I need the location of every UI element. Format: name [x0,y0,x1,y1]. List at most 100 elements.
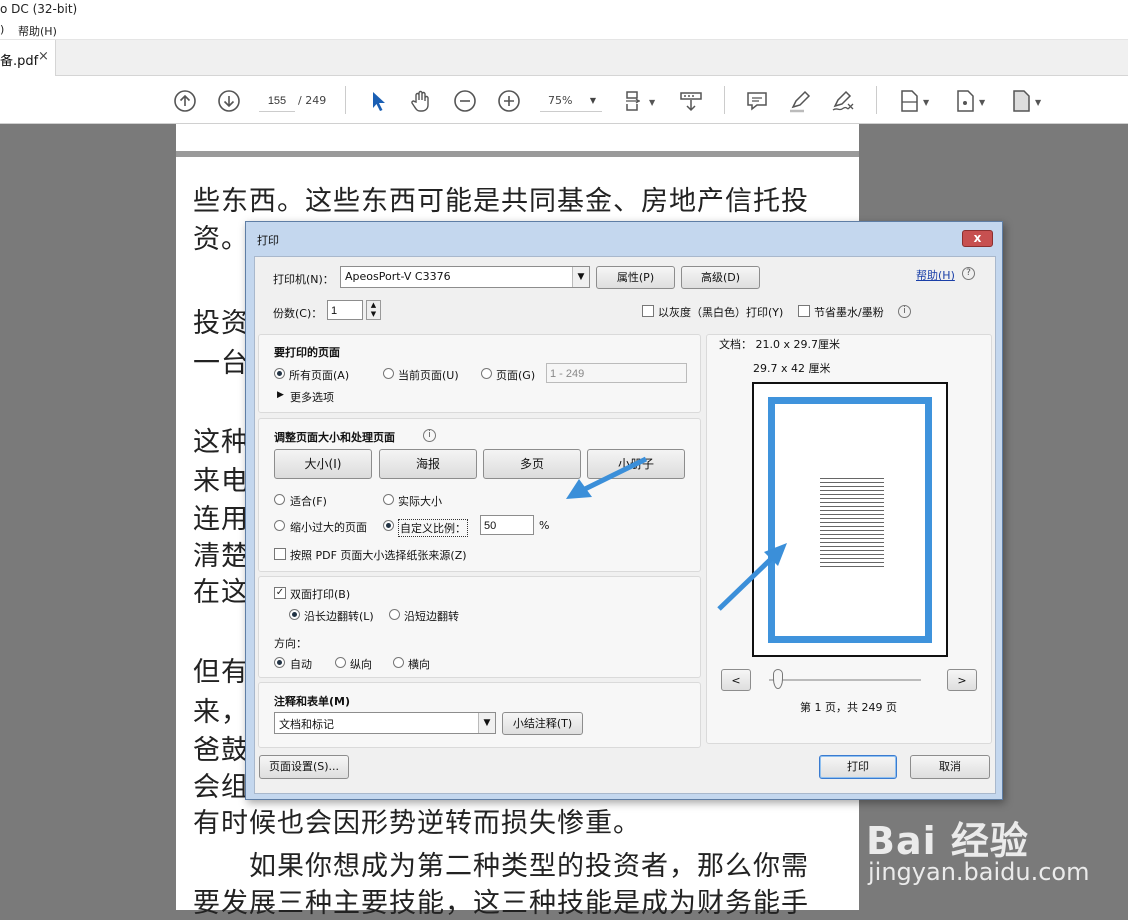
long-edge-label: 沿长边翻转(L) [304,610,374,623]
current-page-radio[interactable] [383,368,394,379]
custom-scale-radio[interactable] [383,520,394,531]
text-line: 这种 [193,427,249,458]
text-line: 投资 [193,308,249,339]
comments-group: 注释和表单(M) 文档和标记 ▼ 小结注释(T) [258,682,701,748]
expand-triangle-icon[interactable]: ▶ [277,390,284,400]
previous-page [176,124,859,151]
duplex-label: 双面打印(B) [290,588,351,601]
printer-label: 打印机(N)： [273,273,334,286]
auto-orientation-label: 自动 [290,658,312,671]
copies-input[interactable] [327,300,363,320]
close-icon[interactable]: x [962,230,993,247]
chevron-down-icon: ▼ [1035,98,1042,107]
select-cursor-icon[interactable] [366,88,392,114]
paper-source-checkbox[interactable] [274,548,286,560]
comment-icon[interactable] [744,88,770,114]
text-line: 如果你想成为第二种类型的投资者，那么你需 [193,851,809,882]
shrink-label: 缩小过大的页面 [290,521,367,534]
multiple-button[interactable]: 多页 [483,449,581,479]
help-link[interactable]: 帮助(H) [916,267,955,283]
menu-bar: ) 帮助(H) [0,20,1128,40]
custom-scale-input[interactable] [480,515,534,535]
preview-prev-button[interactable]: < [721,669,751,691]
auto-orientation-radio[interactable] [274,657,285,668]
info-icon: i [898,305,911,318]
document-tab[interactable]: 备.pdf × [0,40,56,76]
text-line: 资。 [193,224,249,255]
toolbar: / 249 75% ▼ ▼ ▼ ▼ ▼ [0,76,1128,124]
page-number-input[interactable] [259,90,295,112]
preview-next-button[interactable]: > [947,669,977,691]
pages-section-title: 要打印的页面 [274,346,340,359]
printer-select[interactable]: ApeosPort-V C3376 ▼ [340,266,590,288]
all-pages-radio[interactable] [274,368,285,379]
page-range-input[interactable] [546,363,687,383]
chevron-down-icon: ▼ [923,98,930,107]
preview-page-content [820,476,884,568]
toolbar-divider [345,86,346,114]
text-line: 连用 [193,504,249,535]
sizing-section-title: 调整页面大小和处理页面 [274,431,395,444]
save-ink-checkbox[interactable] [798,305,810,317]
zoom-out-icon[interactable] [452,88,478,114]
preview-slider-thumb[interactable] [773,669,783,689]
chevron-down-icon: ▼ [478,713,495,733]
document-page-icon[interactable] [896,88,922,114]
landscape-radio[interactable] [393,657,404,668]
hand-tool-icon[interactable] [408,88,434,114]
preview-slider-track [769,679,921,681]
fit-page-icon[interactable] [622,88,648,114]
long-edge-radio[interactable] [289,609,300,620]
cancel-button[interactable]: 取消 [910,755,990,779]
watermark: Bai 经验 jingyan.baidu.com [850,790,1110,910]
shrink-radio[interactable] [274,520,285,531]
portrait-radio[interactable] [335,657,346,668]
zoom-select[interactable]: 75% ▼ [540,90,602,112]
advanced-button[interactable]: 高级(D) [681,266,760,289]
copies-stepper[interactable]: ▲ ▼ [366,300,381,320]
fit-radio[interactable] [274,494,285,505]
document-add-icon[interactable] [952,88,978,114]
sign-icon[interactable] [830,88,856,114]
print-button[interactable]: 打印 [819,755,897,779]
previous-page-icon[interactable] [172,88,198,114]
all-pages-label: 所有页面(A) [289,369,350,382]
paper-size: 29.7 x 42 厘米 [753,362,831,375]
page-setup-button[interactable]: 页面设置(S)... [259,755,349,779]
comments-select[interactable]: 文档和标记 ▼ [274,712,496,734]
highlight-pen-icon[interactable] [787,88,813,114]
properties-button[interactable]: 属性(P) [596,266,675,289]
actual-size-radio[interactable] [383,494,394,505]
booklet-button[interactable]: 小册子 [587,449,685,479]
size-button[interactable]: 大小(I) [274,449,372,479]
tab-bar: 备.pdf × [0,40,1128,76]
menu-item-prev[interactable]: ) [0,23,4,36]
watermark-url: jingyan.baidu.com [868,858,1090,886]
preview-group: 文档： 21.0 x 29.7厘米 29.7 x 42 厘米 < > 第 1 页… [706,334,992,744]
toolbar-divider [876,86,877,114]
pages-radio[interactable] [481,368,492,379]
toolbar-divider [724,86,725,114]
text-line: 一台 [193,348,249,379]
scroll-mode-icon[interactable] [678,88,704,114]
percent-sign: % [539,519,550,532]
document-options-icon[interactable] [1008,88,1034,114]
duplex-checkbox[interactable]: ✓ [274,587,286,599]
printer-value: ApeosPort-V C3376 [345,270,451,283]
tab-close-icon[interactable]: × [38,49,49,64]
zoom-in-icon[interactable] [496,88,522,114]
poster-button[interactable]: 海报 [379,449,477,479]
zoom-value: 75% [548,94,573,107]
portrait-label: 纵向 [350,658,372,671]
summarize-button[interactable]: 小结注释(T) [502,712,583,735]
print-dialog: 打印 x 打印机(N)： ApeosPort-V C3376 ▼ 属性(P) 高级… [245,221,1003,800]
grayscale-checkbox[interactable] [642,305,654,317]
more-options-link[interactable]: 更多选项 [290,389,334,405]
dialog-title: 打印 [257,234,279,247]
next-page-icon[interactable] [216,88,242,114]
sizing-group: 调整页面大小和处理页面 i 大小(I) 海报 多页 小册子 适合(F) 实际大小… [258,418,701,572]
help-icon[interactable]: ? [962,267,975,280]
app-title: o DC (32-bit) [0,2,78,16]
menu-item-help[interactable]: 帮助(H) [18,23,57,39]
short-edge-radio[interactable] [389,609,400,620]
